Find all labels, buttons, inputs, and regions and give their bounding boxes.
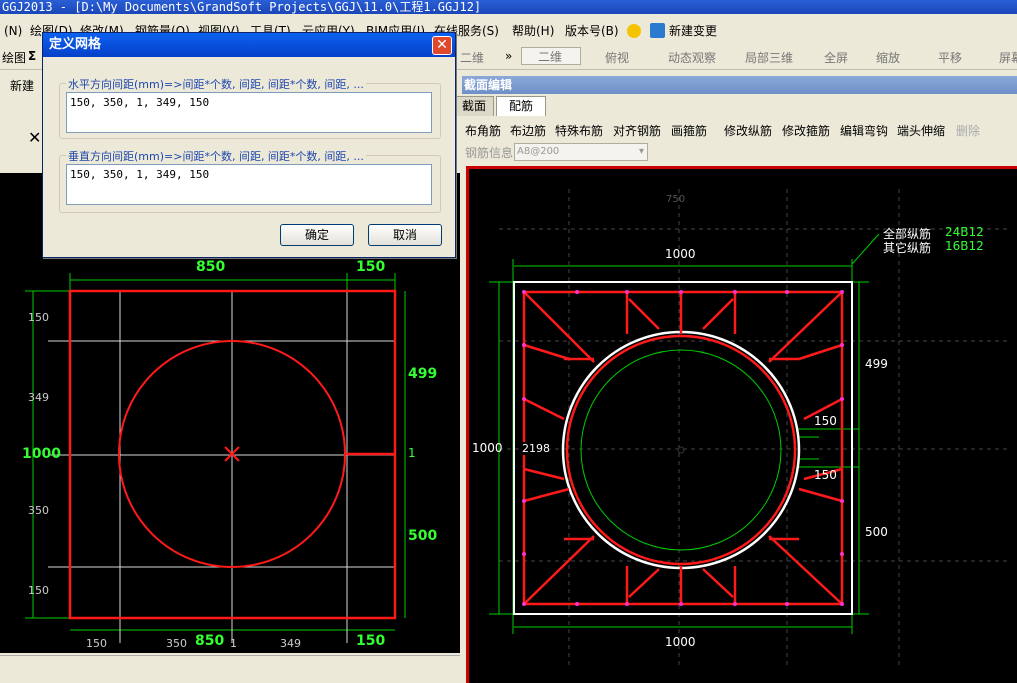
section-bottom-dim: 1000 [665,635,696,649]
bottom-dim-150: 150 [86,637,107,650]
sigma-button[interactable]: Σ [28,49,36,63]
screen-button[interactable]: 屏幕 [999,49,1017,66]
view-2d-label: 二维 [460,51,485,65]
new-button[interactable]: 新建 [10,77,34,94]
top-dim-850: 850 [196,259,226,275]
fullscreen-button[interactable]: 全屏 [824,49,848,66]
cancel-button[interactable]: 取消 [368,224,442,246]
zoom-button[interactable]: 缩放 [876,49,900,66]
vertical-spacing-label: 垂直方向间距(mm)=>间距*个数, 间距, 间距*个数, 间距, ... [66,148,366,164]
top-view-button[interactable]: 俯视 [605,49,629,66]
view-select[interactable]: 二维 [521,47,581,65]
horizontal-spacing-input[interactable]: 150, 350, 1, 349, 150 [66,92,432,133]
close-icon[interactable]: ✕ [432,36,452,55]
menu-item-help[interactable]: 帮助(H) [512,20,554,42]
action-corner-rebar[interactable]: 布角筋 [465,122,501,139]
inner-dim-150-bottom: 150 [814,468,837,482]
action-align-rebar[interactable]: 对齐钢筋 [613,122,661,139]
action-modify-long[interactable]: 修改纵筋 [724,122,772,139]
tab-rebar[interactable]: 配筋 [496,96,546,116]
more-chevron-icon[interactable]: » [505,49,512,63]
local-3d-button[interactable]: 局部三维 [745,49,793,66]
horizontal-spacing-group: 水平方向间距(mm)=>间距*个数, 间距, 间距*个数, 间距, ... 15… [59,76,441,139]
bottom-dim-850: 850 [195,633,225,649]
section-right-dim-499: 499 [865,357,888,371]
left-dim-150: 150 [28,311,49,324]
smiley-icon[interactable] [627,24,641,38]
action-modify-stirrup[interactable]: 修改箍筋 [782,122,830,139]
pan-button[interactable]: 平移 [938,49,962,66]
dynamic-view-button[interactable]: 动态观察 [668,49,716,66]
left-dim-1000: 1000 [22,446,61,462]
menu-item-new-change[interactable]: 新建变更 [669,20,717,42]
other-long-rebar-label: 其它纵筋 [883,241,932,255]
menu-item-n[interactable]: (N) [4,20,22,42]
other-long-rebar-value: 16B12 [945,239,984,253]
all-long-rebar-value: 24B12 [945,225,984,239]
section-right-dim-500: 500 [865,525,888,539]
define-grid-dialog: 定义网格 ✕ 水平方向间距(mm)=>间距*个数, 间距, 间距*个数, 间距,… [42,32,456,258]
rebar-info-select[interactable]: A8@200 [514,143,648,161]
dialog-title: 定义网格 [43,33,455,57]
status-bar [0,655,460,683]
vertical-spacing-input[interactable]: 150, 350, 1, 349, 150 [66,164,432,205]
right-dim-500: 500 [408,528,438,544]
bottom-dim-150-big: 150 [356,633,386,649]
bottom-dim-349: 349 [280,637,301,650]
circle-dim-2198: 2198 [522,442,550,455]
bottom-dim-350: 350 [166,637,187,650]
change-icon[interactable] [650,23,665,38]
window-title: GGJ2013 - [D:\My Documents\GrandSoft Pro… [0,0,1017,14]
right-dim-1: 1 [408,446,416,460]
ok-button[interactable]: 确定 [280,224,354,246]
rebar-info-label: 钢筋信息 [465,146,514,160]
tab-section[interactable]: 截面 [454,96,494,116]
action-delete[interactable]: 删除 [956,122,980,139]
right-dim-499: 499 [408,366,438,382]
ghost-dim-750: 750 [666,194,686,205]
left-dim-350: 350 [28,504,49,517]
vertical-spacing-group: 垂直方向间距(mm)=>间距*个数, 间距, 间距*个数, 间距, ... 15… [59,148,441,213]
action-special-rebar[interactable]: 特殊布筋 [555,122,603,139]
section-editor-title: 截面编辑 [462,76,1017,94]
menu-item-version[interactable]: 版本号(B) [565,20,619,42]
bottom-dim-1: 1 [230,637,237,650]
section-left-dim: 1000 [472,441,503,455]
left-dim-349: 349 [28,391,49,404]
action-draw-stirrup[interactable]: 画箍筋 [671,122,707,139]
horizontal-spacing-label: 水平方向间距(mm)=>间距*个数, 间距, 间距*个数, 间距, ... [66,76,366,92]
section-top-dim: 1000 [665,247,696,261]
draw-tool-label[interactable]: 绘图 [2,49,26,66]
action-edit-hook[interactable]: 编辑弯钩 [840,122,888,139]
left-dim-150b: 150 [28,584,49,597]
action-edge-rebar[interactable]: 布边筋 [510,122,546,139]
inner-dim-150-top: 150 [814,414,837,428]
section-drawing-canvas[interactable]: 750 1000 1000 1000 499 500 150 150 2198 … [466,166,1017,683]
close-icon[interactable]: ✕ [28,128,41,147]
action-end-extend[interactable]: 端头伸缩 [897,122,945,139]
top-dim-150: 150 [356,259,386,275]
